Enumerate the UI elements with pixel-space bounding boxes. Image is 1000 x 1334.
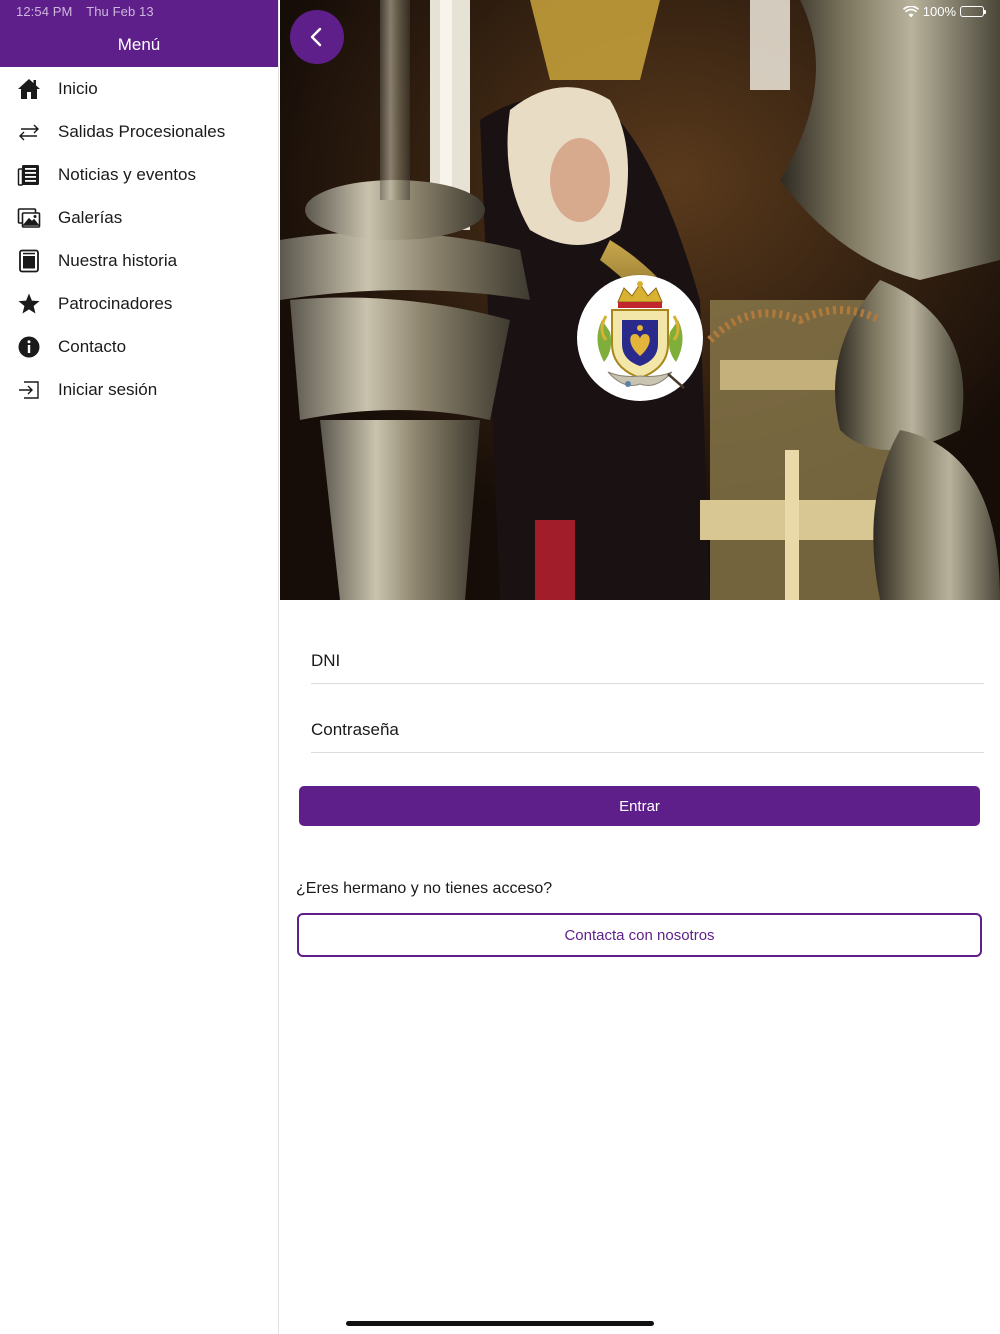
sidebar-item-inicio[interactable]: Inicio <box>0 67 278 110</box>
sidebar-item-label: Iniciar sesión <box>58 379 158 399</box>
status-bar-right: 100% <box>902 4 986 19</box>
hero-image: 100% <box>280 0 1000 600</box>
sidebar-menu: 12:54 PM Thu Feb 13 Menú Inicio Salidas … <box>0 0 279 1334</box>
enter-button[interactable]: Entrar <box>299 786 980 826</box>
sidebar-item-label: Noticias y eventos <box>58 164 196 184</box>
star-icon <box>17 292 41 316</box>
sidebar-item-iniciar-sesion[interactable]: Iniciar sesión <box>0 368 278 411</box>
sidebar-header: 12:54 PM Thu Feb 13 Menú <box>0 0 278 67</box>
sidebar-item-label: Salidas Procesionales <box>58 121 226 141</box>
sidebar-item-noticias[interactable]: Noticias y eventos <box>0 153 278 196</box>
sidebar-item-label: Contacto <box>58 336 127 356</box>
status-time: 12:54 PM <box>16 4 73 19</box>
sidebar-item-label: Patrocinadores <box>58 293 173 313</box>
battery-percentage: 100% <box>922 4 956 19</box>
home-indicator[interactable] <box>346 1321 654 1326</box>
menu-list: Inicio Salidas Procesionales Noticias y … <box>0 67 278 411</box>
dni-input[interactable] <box>311 638 984 684</box>
contact-us-button[interactable]: Contacta con nosotros <box>297 913 982 957</box>
battery-icon <box>960 6 986 17</box>
menu-title: Menú <box>117 35 161 54</box>
brotherhood-crest-logo <box>577 275 703 401</box>
wifi-icon <box>902 5 919 18</box>
back-button[interactable] <box>290 10 344 64</box>
status-bar-left: 12:54 PM Thu Feb 13 <box>16 4 154 19</box>
sidebar-item-patrocinadores[interactable]: Patrocinadores <box>0 282 278 325</box>
sidebar-item-nuestra-historia[interactable]: Nuestra historia <box>0 239 278 282</box>
sidebar-item-label: Galerías <box>58 207 123 227</box>
newspaper-icon <box>17 163 41 187</box>
main-content: 100% DNI Entrar ¿Eres hermano y no tiene… <box>280 0 1000 1334</box>
no-access-text: ¿Eres hermano y no tienes acceso? <box>296 880 553 897</box>
chevron-left-icon <box>309 27 325 47</box>
book-icon <box>17 249 41 273</box>
status-date: Thu Feb 13 <box>86 4 154 19</box>
sidebar-item-label: Inicio <box>58 78 98 98</box>
gallery-icon <box>17 206 41 230</box>
home-icon <box>17 77 41 101</box>
login-icon <box>17 378 41 402</box>
sidebar-item-contacto[interactable]: Contacto <box>0 325 278 368</box>
password-input[interactable] <box>311 707 984 753</box>
arrows-swap-icon <box>17 120 41 144</box>
sidebar-item-galerias[interactable]: Galerías <box>0 196 278 239</box>
sidebar-item-salidas-procesionales[interactable]: Salidas Procesionales <box>0 110 278 153</box>
sidebar-item-label: Nuestra historia <box>58 250 178 270</box>
info-icon <box>17 335 41 359</box>
crest-emblem-icon <box>597 281 685 389</box>
